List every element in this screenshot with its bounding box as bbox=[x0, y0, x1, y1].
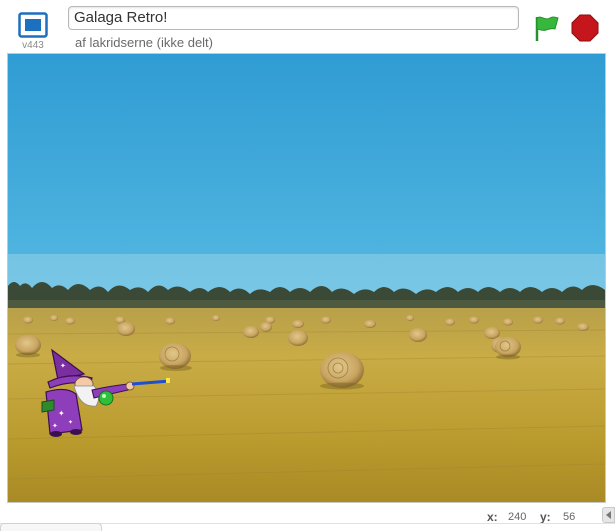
player-bottom-bar: x: 240 y: 56 bbox=[0, 503, 615, 531]
project-title-field[interactable]: Galaga Retro! bbox=[68, 6, 519, 30]
green-flag-icon bbox=[535, 16, 559, 41]
stop-sign-icon bbox=[571, 14, 599, 42]
fullscreen-icon bbox=[18, 12, 48, 38]
fullscreen-button[interactable]: v443 bbox=[15, 10, 51, 51]
green-flag-button[interactable] bbox=[531, 13, 561, 43]
version-label: v443 bbox=[22, 40, 44, 51]
bottom-tab[interactable] bbox=[0, 523, 102, 531]
collapse-arrow-icon[interactable] bbox=[602, 507, 615, 523]
player-top-bar: v443 Galaga Retro! af lakridserne (ikke … bbox=[0, 0, 615, 53]
svg-text:✦: ✦ bbox=[58, 409, 65, 418]
stop-button[interactable] bbox=[571, 14, 599, 42]
mouse-x-value: 240 bbox=[508, 511, 527, 523]
svg-text:✦: ✦ bbox=[60, 362, 66, 370]
mouse-y-value: 56 bbox=[563, 511, 576, 523]
author-line: af lakridserne (ikke delt) bbox=[75, 35, 213, 50]
svg-text:✦: ✦ bbox=[52, 422, 58, 430]
mouse-x-label: x: bbox=[487, 510, 498, 524]
mouse-y-label: y: bbox=[540, 510, 551, 524]
stage-backdrop: ✦ ✦ ✦ ✦ bbox=[8, 54, 605, 502]
stage[interactable]: ✦ ✦ ✦ ✦ bbox=[7, 53, 606, 503]
svg-text:✦: ✦ bbox=[68, 419, 73, 426]
